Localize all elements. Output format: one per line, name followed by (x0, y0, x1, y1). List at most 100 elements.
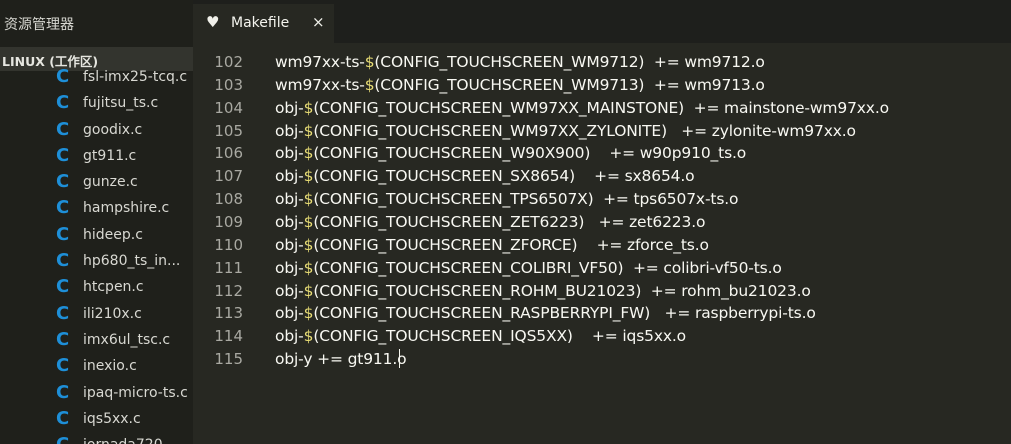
file-name: inexio.c (83, 358, 137, 375)
c-file-icon: C (56, 328, 70, 350)
file-name: goodix.c (83, 121, 143, 138)
line-code: obj-$(CONFIG_TOUCHSCREEN_WM97XX_ZYLONITE… (275, 122, 856, 140)
code-line: 114 obj-$(CONFIG_TOUCHSCREEN_IQS5XX) += i… (193, 325, 1011, 348)
code-prefix: obj- (275, 121, 304, 140)
c-file-icon: C (56, 381, 70, 403)
file-name: imx6ul_tsc.c (83, 331, 171, 348)
line-code: obj-$(CONFIG_TOUCHSCREEN_IQS5XX) += iqs5… (275, 327, 686, 345)
code-line: 108 obj-$(CONFIG_TOUCHSCREEN_TPS6507X) +=… (193, 188, 1011, 211)
file-item[interactable]: Chtcpen.c (0, 274, 193, 300)
line-code: obj-$(CONFIG_TOUCHSCREEN_ZFORCE) += zfor… (275, 236, 709, 254)
c-file-icon: C (56, 276, 70, 298)
code-prefix: obj- (275, 190, 304, 209)
code-dollar: $ (303, 144, 314, 163)
file-item[interactable]: Cimx6ul_tsc.c (0, 327, 193, 353)
code-suffix: (CONFIG_TOUCHSCREEN_ZFORCE) += zforce_ts… (313, 235, 709, 254)
code-editor[interactable]: 102 wm97xx-ts-$(CONFIG_TOUCHSCREEN_WM9712… (193, 43, 1011, 444)
code-suffix: (CONFIG_TOUCHSCREEN_COLIBRI_VF50) += col… (313, 258, 782, 277)
line-number: 105 (214, 121, 243, 140)
code-prefix: obj-y += gt911.o (275, 350, 407, 369)
file-name: ipaq-micro-ts.c (83, 384, 188, 401)
code-line: 115 obj-y += gt911.o (193, 348, 1011, 371)
file-item[interactable]: Chp680_ts_in... (0, 248, 193, 274)
code-dollar: $ (364, 53, 375, 71)
explorer-sidebar: 资源管理器 LINUX (工作区) Cfsl-imx25-tcq.c Cfujit… (0, 0, 193, 444)
file-item[interactable]: Chideep.c (0, 222, 193, 248)
explorer-title: 资源管理器 (4, 17, 74, 33)
line-number: 102 (214, 53, 243, 71)
file-item[interactable]: Champshire.c (0, 195, 193, 221)
code-dollar: $ (303, 167, 314, 186)
code-line: 109 obj-$(CONFIG_TOUCHSCREEN_ZET6223) += … (193, 211, 1011, 234)
line-number: 110 (214, 235, 243, 254)
code-prefix: wm97xx-ts- (275, 75, 365, 94)
code-prefix: obj- (275, 235, 304, 254)
tab-makefile[interactable]: ♥ Makefile × (193, 4, 334, 43)
file-name: hp680_ts_in... (83, 253, 181, 270)
line-code: obj-$(CONFIG_TOUCHSCREEN_COLIBRI_VF50) +… (275, 259, 782, 277)
file-name: gunze.c (83, 174, 138, 191)
line-code: obj-$(CONFIG_TOUCHSCREEN_ROHM_BU21023) +… (275, 282, 811, 300)
close-icon[interactable]: × (312, 13, 325, 31)
code-line: 103 wm97xx-ts-$(CONFIG_TOUCHSCREEN_WM9713… (193, 74, 1011, 97)
line-code: obj-$(CONFIG_TOUCHSCREEN_W90X900) += w90… (275, 144, 746, 162)
tab-label: Makefile (231, 15, 290, 31)
code-suffix: (CONFIG_TOUCHSCREEN_WM97XX_ZYLONITE) += … (313, 121, 856, 140)
file-name: gt911.c (83, 147, 137, 164)
file-item[interactable]: Cgunze.c (0, 169, 193, 195)
code-suffix: (CONFIG_TOUCHSCREEN_WM97XX_MAINSTONE) +=… (313, 98, 889, 117)
line-code: obj-$(CONFIG_TOUCHSCREEN_TPS6507X) += tp… (275, 190, 739, 209)
code-prefix: obj- (275, 281, 304, 300)
file-item[interactable]: Cipaq-micro-ts.c (0, 380, 193, 406)
line-code: obj-$(CONFIG_TOUCHSCREEN_WM97XX_MAINSTON… (275, 99, 889, 117)
file-item[interactable]: Cgoodix.c (0, 117, 193, 143)
c-file-icon: C (56, 407, 70, 429)
line-code: wm97xx-ts-$(CONFIG_TOUCHSCREEN_WM9712) +… (275, 53, 765, 71)
file-list: Cfsl-imx25-tcq.c Cfujitsu_ts.c Cgoodix.c Cg… (0, 64, 193, 444)
code-prefix: obj- (275, 304, 304, 323)
code-line: 107 obj-$(CONFIG_TOUCHSCREEN_SX8654) += s… (193, 165, 1011, 188)
file-item[interactable]: Cjornada720... (0, 432, 193, 444)
line-code: obj-y += gt911.o (275, 350, 407, 369)
code-suffix: (CONFIG_TOUCHSCREEN_WM9713) += wm9713.o (374, 75, 765, 94)
c-file-icon: C (56, 171, 70, 193)
file-item[interactable]: Ciqs5xx.c (0, 406, 193, 432)
code-suffix: (CONFIG_TOUCHSCREEN_ZET6223) += zet6223.… (313, 212, 706, 231)
code-prefix: obj- (275, 167, 304, 186)
file-name: hampshire.c (83, 200, 170, 217)
line-number: 111 (214, 258, 243, 277)
line-code: obj-$(CONFIG_TOUCHSCREEN_ZET6223) += zet… (275, 213, 705, 231)
file-item[interactable]: Cili210x.c (0, 301, 193, 327)
c-file-icon: C (56, 66, 70, 87)
code-suffix: (CONFIG_TOUCHSCREEN_WM9712) += wm9712.o (374, 53, 765, 71)
line-number: 113 (214, 304, 243, 323)
file-item[interactable]: Cfujitsu_ts.c (0, 90, 193, 116)
file-item[interactable]: Cinexio.c (0, 353, 193, 379)
c-file-icon: C (56, 197, 70, 219)
file-name: iqs5xx.c (83, 410, 141, 427)
code-dollar: $ (303, 212, 314, 231)
line-number: 107 (214, 167, 243, 186)
code-dollar: $ (364, 75, 375, 94)
code-dollar: $ (303, 281, 314, 300)
file-item[interactable]: Cfsl-imx25-tcq.c (0, 64, 193, 90)
code-prefix: obj- (275, 327, 304, 346)
file-name: jornada720... (83, 436, 191, 444)
code-dollar: $ (303, 190, 314, 209)
c-file-icon: C (56, 92, 70, 114)
code-prefix: obj- (275, 98, 304, 117)
c-file-icon: C (56, 434, 69, 444)
code-prefix: wm97xx-ts- (275, 53, 365, 71)
code-suffix: (CONFIG_TOUCHSCREEN_W90X900) += w90p910_… (313, 144, 747, 163)
c-file-icon: C (56, 250, 70, 272)
file-name: ili210x.c (83, 305, 142, 322)
line-number: 104 (214, 98, 243, 117)
code-prefix: obj- (275, 258, 304, 277)
line-code: wm97xx-ts-$(CONFIG_TOUCHSCREEN_WM9713) +… (275, 76, 765, 94)
code-suffix: (CONFIG_TOUCHSCREEN_RASPBERRYPI_FW) += r… (313, 304, 816, 323)
code-line: 105 obj-$(CONFIG_TOUCHSCREEN_WM97XX_ZYLON… (193, 120, 1011, 143)
code-prefix: obj- (275, 144, 304, 163)
code-line: 106 obj-$(CONFIG_TOUCHSCREEN_W90X900) += … (193, 142, 1011, 165)
file-name: hideep.c (83, 226, 143, 243)
file-item[interactable]: Cgt911.c (0, 143, 193, 169)
